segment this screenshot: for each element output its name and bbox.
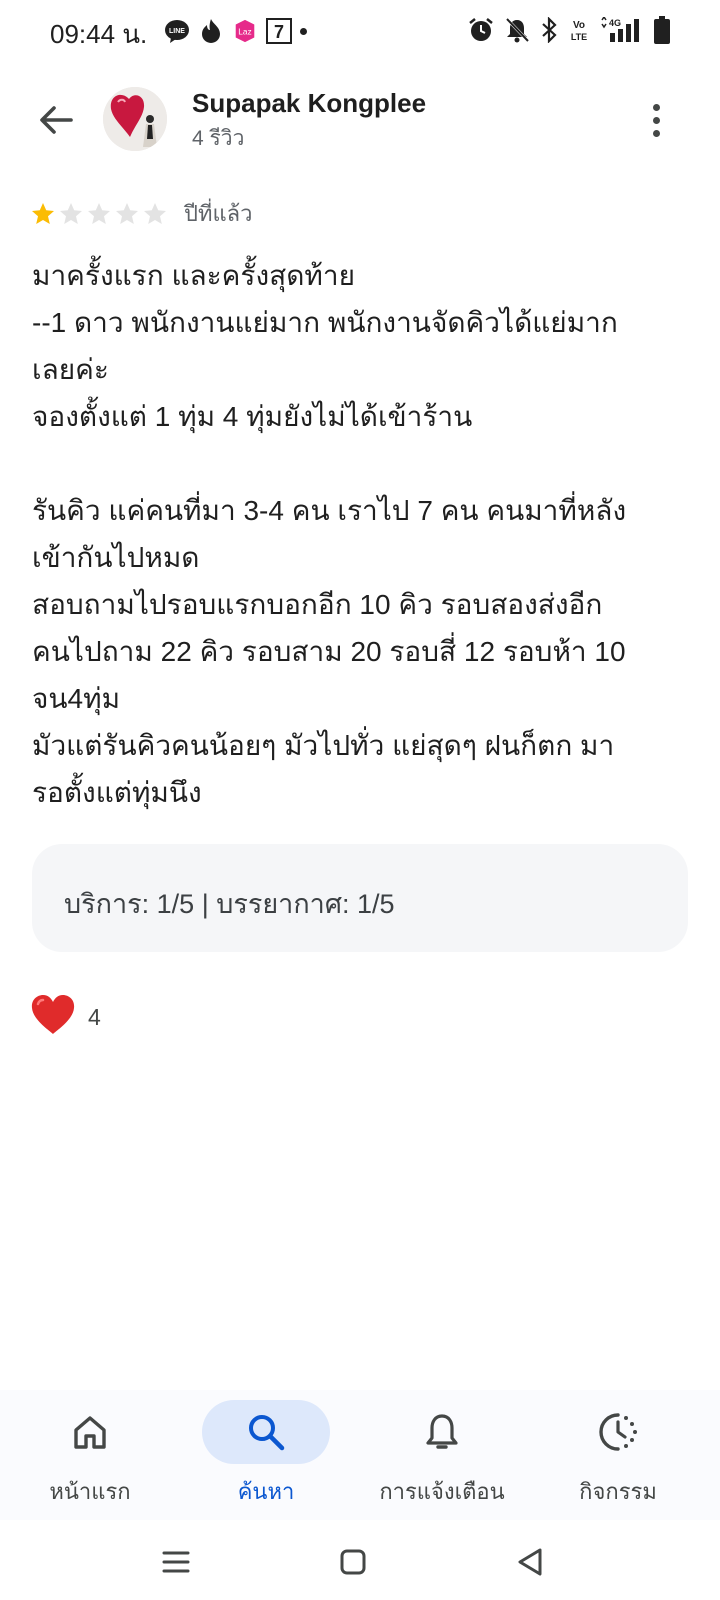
alarm-icon bbox=[468, 17, 494, 48]
more-vert-dot bbox=[652, 103, 660, 111]
home-button[interactable] bbox=[323, 1540, 383, 1584]
bluetooth-icon bbox=[540, 16, 558, 48]
star-filled-icon bbox=[32, 202, 54, 224]
back-button[interactable] bbox=[30, 94, 82, 146]
nav-item-home[interactable]: หน้าแรก bbox=[0, 1390, 180, 1520]
mute-icon bbox=[504, 17, 530, 48]
review-time: ปีที่แล้ว bbox=[184, 201, 253, 226]
nav-label-home: หน้าแรก bbox=[49, 1479, 131, 1504]
like-row: 4 bbox=[30, 994, 101, 1041]
like-count: 4 bbox=[88, 1004, 101, 1030]
nav-item-notifications[interactable]: การแจ้งเตือน bbox=[352, 1390, 532, 1520]
menu-icon bbox=[162, 1551, 190, 1573]
nav-pill-home bbox=[26, 1400, 154, 1464]
square-icon bbox=[340, 1549, 366, 1575]
review-line: สอบถามไปรอบแรกบอกอีก 10 คิว รอบสองส่งอีก bbox=[32, 589, 603, 620]
volte-icon: Vo LTE bbox=[568, 17, 590, 48]
svg-text:4G: 4G bbox=[609, 18, 621, 28]
rating-row: ปีที่แล้ว bbox=[30, 196, 252, 231]
star-rating bbox=[30, 201, 168, 227]
arrow-back-icon bbox=[40, 106, 73, 134]
lazada-icon: Laz bbox=[232, 18, 258, 44]
4g-signal-icon: 4G bbox=[600, 15, 644, 48]
notification-icons: LINE Laz 7 bbox=[164, 18, 307, 44]
heart-icon[interactable] bbox=[30, 994, 76, 1041]
nav-item-activity[interactable]: กิจกรรม bbox=[528, 1390, 708, 1520]
svg-text:Vo: Vo bbox=[573, 20, 585, 31]
reviewer-name[interactable]: Supapak Kongplee bbox=[192, 88, 426, 119]
review-line: เลยค่ะ bbox=[32, 354, 109, 385]
review-text: มาครั้งแรก และครั้งสุดท้าย --1 ดาว พนักงา… bbox=[32, 252, 692, 816]
status-time: 09:44 น. bbox=[50, 19, 148, 49]
more-vert-dot bbox=[652, 116, 660, 124]
star-empty-icon bbox=[88, 202, 110, 224]
search-icon bbox=[249, 1415, 285, 1451]
bell-icon bbox=[426, 1414, 458, 1449]
review-line: มัวแต่รันคิวคนน้อยๆ มัวไปทั่ว แย่สุดๆ ฝน… bbox=[32, 730, 615, 761]
more-options-button[interactable] bbox=[632, 96, 680, 144]
review-line: จน4ทุ่ม bbox=[32, 683, 121, 714]
review-attributes-card: บริการ: 1/5 | บรรยากาศ: 1/5 bbox=[32, 844, 688, 952]
more-vert-dot bbox=[652, 129, 660, 137]
review-line: รอตั้งแต่ทุ่มนึง bbox=[32, 777, 202, 808]
recents-button[interactable] bbox=[146, 1540, 206, 1584]
avatar[interactable] bbox=[103, 87, 167, 151]
svg-text:LINE: LINE bbox=[169, 28, 185, 35]
home-icon bbox=[74, 1416, 106, 1449]
review-line: --1 ดาว พนักงานแย่มาก พนักงานจัดคิวได้แย… bbox=[32, 307, 618, 338]
nav-pill-activity bbox=[554, 1400, 682, 1464]
system-status-icons: Vo LTE 4G bbox=[468, 15, 670, 49]
nav-pill-notifications bbox=[378, 1400, 506, 1464]
activity-icon bbox=[599, 1413, 637, 1451]
review-line: เข้ากันไปหมด bbox=[32, 542, 200, 573]
nav-label-notifications: การแจ้งเตือน bbox=[379, 1479, 505, 1504]
svg-text:7: 7 bbox=[274, 22, 284, 42]
line-icon: LINE bbox=[164, 18, 190, 44]
reviewer-review-count: 4 รีวิว bbox=[192, 127, 245, 150]
nav-item-search[interactable]: ค้นหา bbox=[176, 1390, 356, 1520]
nav-label-activity: กิจกรรม bbox=[579, 1479, 657, 1504]
7-eleven-icon: 7 bbox=[266, 18, 292, 44]
review-line: จองตั้งแต่ 1 ทุ่ม 4 ทุ่มยังไม่ได้เข้าร้า… bbox=[32, 401, 473, 432]
tinder-icon bbox=[198, 18, 224, 44]
star-empty-icon bbox=[116, 202, 138, 224]
svg-text:LTE: LTE bbox=[571, 32, 587, 42]
star-empty-icon bbox=[144, 202, 166, 224]
star-empty-icon bbox=[60, 202, 82, 224]
back-system-button[interactable] bbox=[500, 1540, 560, 1584]
review-line bbox=[32, 440, 692, 487]
nav-label-search: ค้นหา bbox=[237, 1479, 295, 1504]
status-bar: 09:44 น. LINE Laz 7 Vo LTE 4G bbox=[0, 0, 720, 64]
reviewer-header: Supapak Kongplee 4 รีวิว bbox=[0, 72, 720, 168]
system-navigation-bar bbox=[0, 1520, 720, 1600]
more-notifications-dot bbox=[300, 27, 307, 35]
nav-pill-search bbox=[202, 1400, 330, 1464]
review-attributes: บริการ: 1/5 | บรรยากาศ: 1/5 bbox=[64, 889, 395, 919]
review-line: รันคิว แค่คนที่มา 3-4 คน เราไป 7 คน คนมา… bbox=[32, 495, 627, 526]
svg-text:Laz: Laz bbox=[238, 27, 251, 37]
review-line: มาครั้งแรก และครั้งสุดท้าย bbox=[32, 260, 355, 291]
review-line: คนไปถาม 22 คิว รอบสาม 20 รอบสี่ 12 รอบห้… bbox=[32, 636, 626, 667]
bottom-navigation: หน้าแรก ค้นหา การแจ้งเตือน กิจกรรม bbox=[0, 1390, 720, 1520]
triangle-back-icon bbox=[518, 1548, 542, 1576]
battery-icon bbox=[654, 16, 670, 49]
